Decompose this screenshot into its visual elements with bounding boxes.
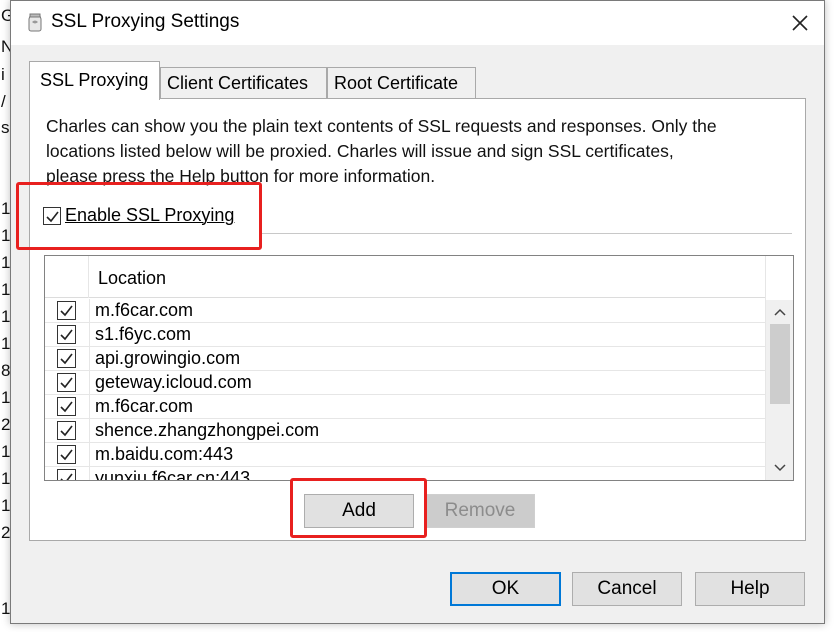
table-row[interactable]: s1.f6yc.com [45,323,765,347]
row-checkbox[interactable] [57,349,76,368]
checkbox-checked[interactable] [43,206,61,225]
location-cell: m.f6car.com [95,300,194,320]
scroll-down-icon[interactable] [766,458,793,478]
description-line: locations listed below will be proxied. … [46,141,674,161]
help-button[interactable]: Help [695,572,805,606]
cancel-button[interactable]: Cancel [572,572,682,606]
table-row[interactable]: api.growingio.com [45,347,765,371]
table-row[interactable]: shence.zhangzhongpei.com [45,419,765,443]
table-row[interactable]: m.baidu.com:443 [45,443,765,467]
scroll-up-icon[interactable] [766,302,793,322]
enabled-column-header[interactable] [45,256,89,298]
add-button[interactable]: Add [304,494,414,528]
bg-char: / [1,92,6,111]
location-column-header[interactable]: Location [98,268,166,289]
scroll-thumb[interactable] [770,324,790,404]
row-checkbox[interactable] [57,301,76,320]
row-checkbox[interactable] [57,325,76,344]
location-cell: geteway.icloud.com [95,372,252,392]
tab-label: Client Certificates [167,73,309,93]
tab-label: Root Certificate [334,73,459,93]
tab-ssl-proxying[interactable]: SSL Proxying [29,61,160,100]
locations-list: m.f6car.com s1.f6yc.com api.growingio.co… [45,299,765,481]
ok-button[interactable]: OK [450,572,561,606]
tab-label: SSL Proxying [40,70,149,90]
location-cell: s1.f6yc.com [95,324,192,344]
tab-root-certificate[interactable]: Root Certificate [327,67,476,99]
bg-char: i [1,65,5,84]
row-checkbox[interactable] [57,421,76,440]
table-row[interactable]: yunxiu.f6car.cn:443 [45,467,765,481]
description-line: Charles can show you the plain text cont… [46,116,717,136]
locations-table: Location m.f6car.com s1.f6yc.com api.gro… [44,255,794,481]
divider [262,233,792,234]
location-cell: yunxiu.f6car.cn:443 [95,468,251,481]
row-checkbox[interactable] [57,469,76,480]
bg-char: s [1,118,10,137]
enable-ssl-proxying-label: Enable SSL Proxying [65,205,235,225]
description-line: please press the Help button for more in… [46,166,436,186]
row-checkbox[interactable] [57,373,76,392]
charles-jar-icon [25,12,45,32]
vertical-scrollbar[interactable] [765,256,793,480]
remove-button[interactable]: Remove [425,494,535,528]
table-row[interactable]: m.f6car.com [45,299,765,323]
tab-client-certificates[interactable]: Client Certificates [160,67,327,99]
table-header: Location [45,256,765,298]
table-row[interactable]: m.f6car.com [45,395,765,419]
location-cell: m.f6car.com [95,396,194,416]
ssl-proxying-panel: Charles can show you the plain text cont… [29,98,806,541]
description-text: Charles can show you the plain text cont… [46,114,796,189]
location-cell: m.baidu.com:443 [95,444,234,464]
row-checkbox[interactable] [57,397,76,416]
table-row[interactable]: geteway.icloud.com [45,371,765,395]
title-bar: SSL Proxying Settings [11,1,824,45]
location-cell: shence.zhangzhongpei.com [95,420,320,440]
enable-ssl-proxying-checkbox[interactable]: Enable SSL Proxying [43,205,234,233]
ssl-proxying-settings-dialog: SSL Proxying Settings SSL Proxying Clien… [10,0,825,624]
row-checkbox[interactable] [57,445,76,464]
close-icon[interactable] [788,11,812,35]
location-cell: api.growingio.com [95,348,241,368]
dialog-title: SSL Proxying Settings [51,11,240,32]
